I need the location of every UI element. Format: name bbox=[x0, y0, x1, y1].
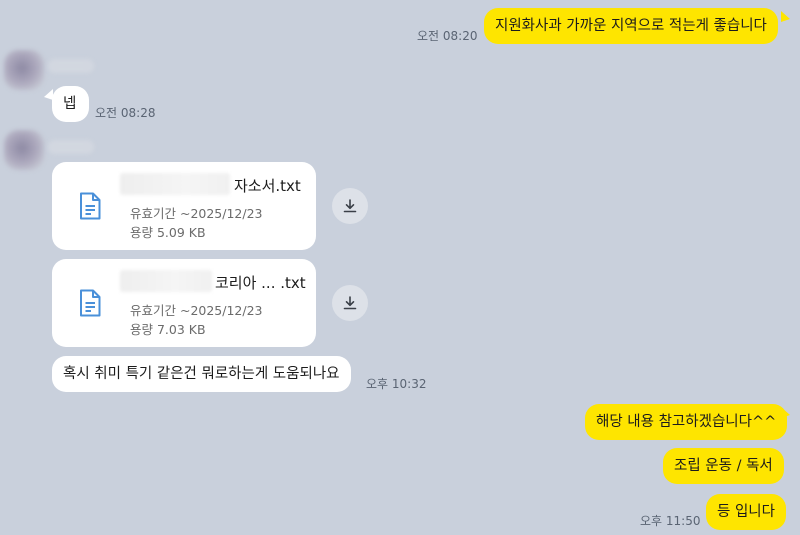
file-name: 코리아 ... .txt bbox=[215, 274, 306, 292]
blurred-file-name bbox=[120, 270, 212, 292]
their-message-bubble[interactable]: 혹시 취미 특기 같은건 뭐로하는게 도움되나요 bbox=[52, 356, 351, 392]
bubble-tail bbox=[781, 11, 790, 22]
download-icon bbox=[343, 199, 357, 213]
file-size: 용량 5.09 KB bbox=[130, 225, 206, 240]
message-time: 오전 08:28 bbox=[95, 106, 156, 120]
avatar[interactable] bbox=[4, 50, 44, 90]
file-size: 용량 7.03 KB bbox=[130, 322, 206, 337]
file-validity: 유효기간 ~2025/12/23 bbox=[130, 206, 263, 221]
my-message-bubble[interactable]: 해당 내용 참고하겠습니다^^ bbox=[585, 404, 788, 440]
my-message-bubble[interactable]: 조립 운동 / 독서 bbox=[663, 448, 784, 484]
message-time: 오전 08:20 bbox=[417, 29, 478, 43]
message-time: 오후 11:50 bbox=[640, 514, 701, 528]
sender-name bbox=[48, 59, 94, 73]
their-message-bubble[interactable]: 넵 bbox=[52, 86, 89, 122]
sender-name bbox=[48, 140, 94, 154]
download-icon bbox=[343, 296, 357, 310]
my-message-bubble[interactable]: 지원화사과 가까운 지역으로 적는게 좋습니다 bbox=[484, 8, 778, 44]
bubble-tail bbox=[781, 407, 790, 418]
message-time: 오후 10:32 bbox=[366, 377, 427, 391]
document-icon bbox=[80, 289, 101, 317]
file-validity: 유효기간 ~2025/12/23 bbox=[130, 303, 263, 318]
blurred-file-name bbox=[120, 173, 230, 195]
download-button[interactable] bbox=[332, 285, 368, 321]
document-icon bbox=[80, 192, 101, 220]
file-attachment-card[interactable]: 코리아 ... .txt 유효기간 ~2025/12/23 용량 7.03 KB bbox=[52, 259, 316, 347]
file-name: 자소서.txt bbox=[234, 177, 301, 195]
download-button[interactable] bbox=[332, 188, 368, 224]
my-message-bubble[interactable]: 등 입니다 bbox=[706, 494, 786, 530]
avatar[interactable] bbox=[4, 130, 44, 170]
file-attachment-card[interactable]: 자소서.txt 유효기간 ~2025/12/23 용량 5.09 KB bbox=[52, 162, 316, 250]
